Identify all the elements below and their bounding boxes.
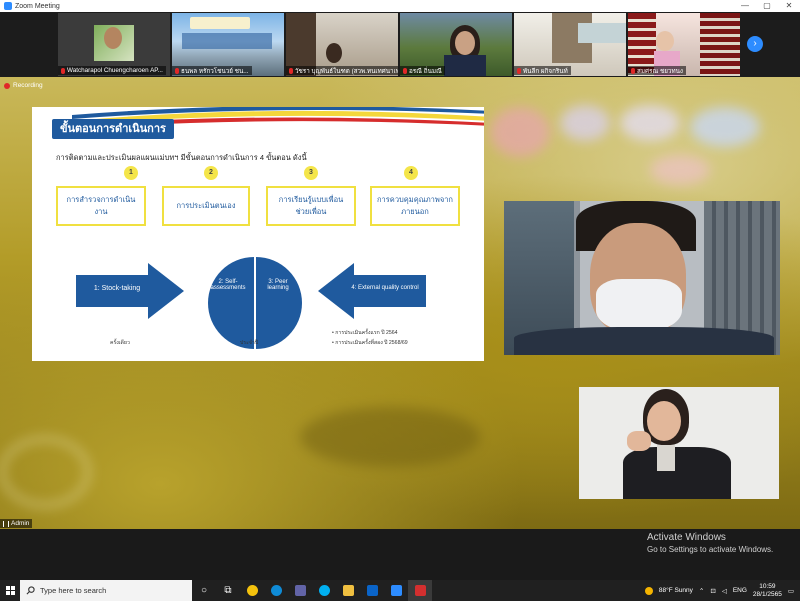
mic-muted-icon <box>289 67 293 74</box>
close-button[interactable]: ✕ <box>778 0 800 12</box>
recording-label: Recording <box>13 82 43 89</box>
interpreter-video[interactable] <box>579 387 779 499</box>
peer-learning-half-circle <box>256 257 302 349</box>
mic-muted-icon <box>175 67 179 74</box>
blurred-background <box>650 155 710 185</box>
title-bar: Zoom Meeting — ▢ ✕ <box>0 0 800 12</box>
network-icon[interactable]: ⊡ <box>710 587 715 595</box>
window-title: Zoom Meeting <box>15 2 60 10</box>
taskbar: Type here to search ○ ⧉ 88°F Sunny ⌃ ⊡ ◁… <box>0 580 800 601</box>
skype-icon[interactable] <box>312 580 336 601</box>
step-box: การควบคุมคุณภาพจากภายนอก <box>370 186 460 226</box>
mic-muted-icon <box>61 67 65 74</box>
search-icon <box>26 586 35 595</box>
weather-text[interactable]: 88°F Sunny <box>659 587 693 594</box>
participant-name: อรณี ถิ่นมณี <box>400 66 445 75</box>
step-box: การประเมินตนเอง <box>162 186 250 226</box>
participant-thumbnail[interactable]: ธนพล หรักวโชนวย์ ชน... <box>172 13 284 76</box>
shared-slide: ขั้นตอนการดำเนินการ การติดตามและประเมินผ… <box>32 107 484 361</box>
taskbar-search[interactable]: Type here to search <box>20 580 192 601</box>
participant-thumbnail[interactable]: พันลีก ผกิจกรินท์ <box>514 13 626 76</box>
participant-thumbnail[interactable]: สมศรณ ชยวทนง <box>628 13 740 76</box>
active-speaker-label: Admin <box>0 519 33 528</box>
mic-muted-icon <box>403 67 407 74</box>
footnote: • การประเมินครั้งแรก ปี 2564 <box>332 330 398 336</box>
participant-thumbnail[interactable]: Watcharapol Chuengcharoen AP... <box>58 13 170 76</box>
mic-muted-icon <box>517 67 521 74</box>
teams-icon[interactable] <box>288 580 312 601</box>
zoom-taskbar-icon[interactable] <box>384 580 408 601</box>
participant-thumbnail[interactable]: วัชรา บุญพันธ์ในฑด (สวพ.ทนเทศนาเพช) <box>286 13 398 76</box>
weather-sun-icon <box>644 586 653 595</box>
step-box: การเรียนรู้แบบเพื่อนช่วยเพื่อน <box>266 186 356 226</box>
step-number: 4 <box>404 166 418 180</box>
record-dot-icon <box>4 82 10 89</box>
mail-icon[interactable] <box>360 580 384 601</box>
blurred-background <box>560 105 610 141</box>
arrow-label: 4: External quality control <box>351 285 419 291</box>
participant-thumbnail[interactable]: อรณี ถิ่นมณี <box>400 13 512 76</box>
clock[interactable]: 10:59 28/1/2565 <box>753 583 782 599</box>
mic-muted-icon <box>631 67 635 74</box>
windows-logo-icon <box>5 586 15 595</box>
step-box: การสำรวจการดำเนินงาน <box>56 186 146 226</box>
participant-name: พันลีก ผกิจกรินท์ <box>514 66 571 75</box>
minimize-button[interactable]: — <box>734 0 756 12</box>
blurred-background <box>0 437 90 507</box>
participant-name: สมศรณ ชยวทนง <box>628 66 686 75</box>
chrome-icon[interactable] <box>240 580 264 601</box>
external-quality-arrow <box>318 263 426 319</box>
recording-indicator: Recording <box>4 82 43 89</box>
main-stage: Recording ขั้นตอนการดำเนินการ การติดตามแ… <box>0 77 800 529</box>
blurred-background <box>620 105 680 141</box>
step-number: 3 <box>304 166 318 180</box>
speaker-video[interactable] <box>504 201 780 355</box>
system-tray: 88°F Sunny ⌃ ⊡ ◁ ENG 10:59 28/1/2565 ▭ <box>644 583 800 599</box>
app-taskbar-icon[interactable] <box>408 580 432 601</box>
tray-chevron-icon[interactable]: ⌃ <box>699 587 704 595</box>
step-number: 1 <box>124 166 138 180</box>
file-explorer-icon[interactable] <box>336 580 360 601</box>
zoom-app-icon <box>4 2 12 10</box>
widgets-icon[interactable]: ⧉ <box>216 580 240 601</box>
edge-icon[interactable] <box>264 580 288 601</box>
arrow-label: 1: Stock-taking <box>93 285 141 292</box>
language-indicator[interactable]: ENG <box>733 587 747 594</box>
arrow-label: 2: Self-assessments <box>210 279 246 291</box>
volume-icon[interactable]: ◁ <box>722 587 727 595</box>
blurred-background <box>300 407 480 467</box>
task-view-icon[interactable]: ○ <box>192 580 216 601</box>
self-assessment-half-circle <box>208 257 254 349</box>
maximize-button[interactable]: ▢ <box>756 0 778 12</box>
blurred-background <box>690 107 760 147</box>
blurred-background <box>490 107 550 157</box>
next-page-button[interactable]: › <box>747 36 763 52</box>
signal-icon <box>3 520 9 527</box>
footnote: ครั้งเดียว <box>110 340 130 346</box>
activate-windows-watermark: Activate Windows Go to Settings to activ… <box>647 532 774 554</box>
step-number: 2 <box>204 166 218 180</box>
slide-title: ขั้นตอนการดำเนินการ <box>52 119 174 139</box>
window-controls: — ▢ ✕ <box>734 0 800 12</box>
notifications-icon[interactable]: ▭ <box>788 587 794 595</box>
arrow-label: 3: Peer learning <box>267 279 289 291</box>
footnote: ประจำปี <box>240 340 259 346</box>
participant-name: ธนพล หรักวโชนวย์ ชน... <box>172 66 252 75</box>
participant-name: วัชรา บุญพันธ์ในฑด (สวพ.ทนเทศนาเพช) <box>286 66 398 75</box>
participant-strip: Watcharapol Chuengcharoen AP... ธนพล หรั… <box>0 12 800 77</box>
slide-subtitle: การติดตามและประเมินผลแผนแม่บทฯ มีขั้นตอน… <box>56 153 307 162</box>
footnote: • การประเมินครั้งที่สอง ปี 2568/69 <box>332 340 408 346</box>
start-button[interactable] <box>0 580 20 601</box>
participant-name: Watcharapol Chuengcharoen AP... <box>58 66 166 75</box>
